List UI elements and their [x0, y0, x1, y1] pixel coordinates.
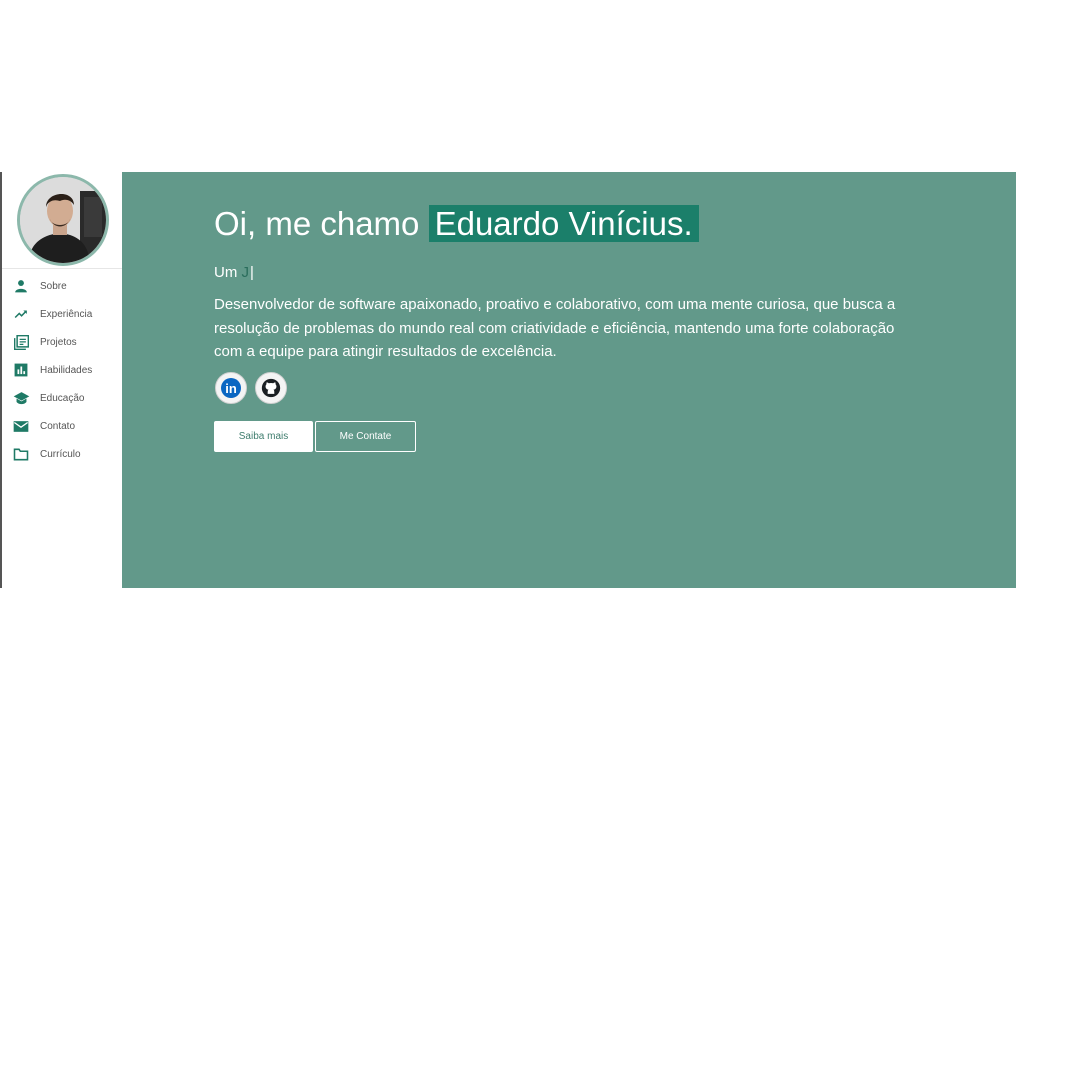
cta-buttons: Saiba mais Me Contate — [214, 421, 416, 452]
hero-greeting: Oi, me chamo — [214, 205, 429, 242]
github-button[interactable] — [255, 372, 287, 404]
avatar-photo — [20, 177, 106, 263]
article-icon — [12, 333, 30, 351]
linkedin-button[interactable]: in — [215, 372, 247, 404]
bar-chart-icon — [12, 361, 30, 379]
typing-text: Um J| — [214, 264, 254, 281]
sidebar-item-label: Experiência — [40, 308, 93, 320]
sidebar-item-experiencia[interactable]: Experiência — [2, 300, 122, 328]
sidebar-item-projetos[interactable]: Projetos — [2, 328, 122, 356]
sidebar: Sobre Experiência Projetos Habilidades E… — [2, 172, 122, 588]
sidebar-item-label: Currículo — [40, 448, 81, 460]
sidebar-item-label: Projetos — [40, 336, 77, 348]
trending-up-icon — [12, 305, 30, 323]
social-links: in — [215, 372, 287, 404]
sidebar-item-contato[interactable]: Contato — [2, 412, 122, 440]
linkedin-icon: in — [221, 378, 241, 398]
hero-name-highlight: Eduardo Vinícius. — [428, 205, 699, 242]
avatar — [17, 174, 109, 266]
mail-icon — [12, 417, 30, 435]
sidebar-item-educacao[interactable]: Educação — [2, 384, 122, 412]
portfolio-page: Sobre Experiência Projetos Habilidades E… — [0, 172, 1016, 588]
me-contate-button[interactable]: Me Contate — [315, 421, 416, 452]
person-icon — [12, 277, 30, 295]
sidebar-item-label: Contato — [40, 420, 76, 432]
sidebar-item-label: Sobre — [40, 280, 67, 292]
hero-section: Oi, me chamo Eduardo Vinícius. Um J| Des… — [122, 172, 1016, 588]
sidebar-item-label: Habilidades — [40, 364, 93, 376]
school-icon — [12, 389, 30, 407]
sidebar-item-label: Educação — [40, 392, 85, 404]
sidebar-divider — [2, 268, 122, 269]
sidebar-nav: Sobre Experiência Projetos Habilidades E… — [2, 272, 122, 468]
typing-prefix: Um — [214, 264, 242, 281]
sidebar-item-curriculo[interactable]: Currículo — [2, 440, 122, 468]
sidebar-item-habilidades[interactable]: Habilidades — [2, 356, 122, 384]
typing-current: J — [241, 264, 250, 281]
hero-title: Oi, me chamo Eduardo Vinícius. — [214, 204, 699, 244]
linkedin-icon-text: in — [225, 380, 237, 396]
github-icon — [261, 378, 281, 398]
sidebar-item-sobre[interactable]: Sobre — [2, 272, 122, 300]
saiba-mais-button[interactable]: Saiba mais — [214, 421, 313, 452]
folder-icon — [12, 445, 30, 463]
typing-cursor: | — [250, 264, 254, 281]
hero-description: Desenvolvedor de software apaixonado, pr… — [214, 296, 896, 360]
